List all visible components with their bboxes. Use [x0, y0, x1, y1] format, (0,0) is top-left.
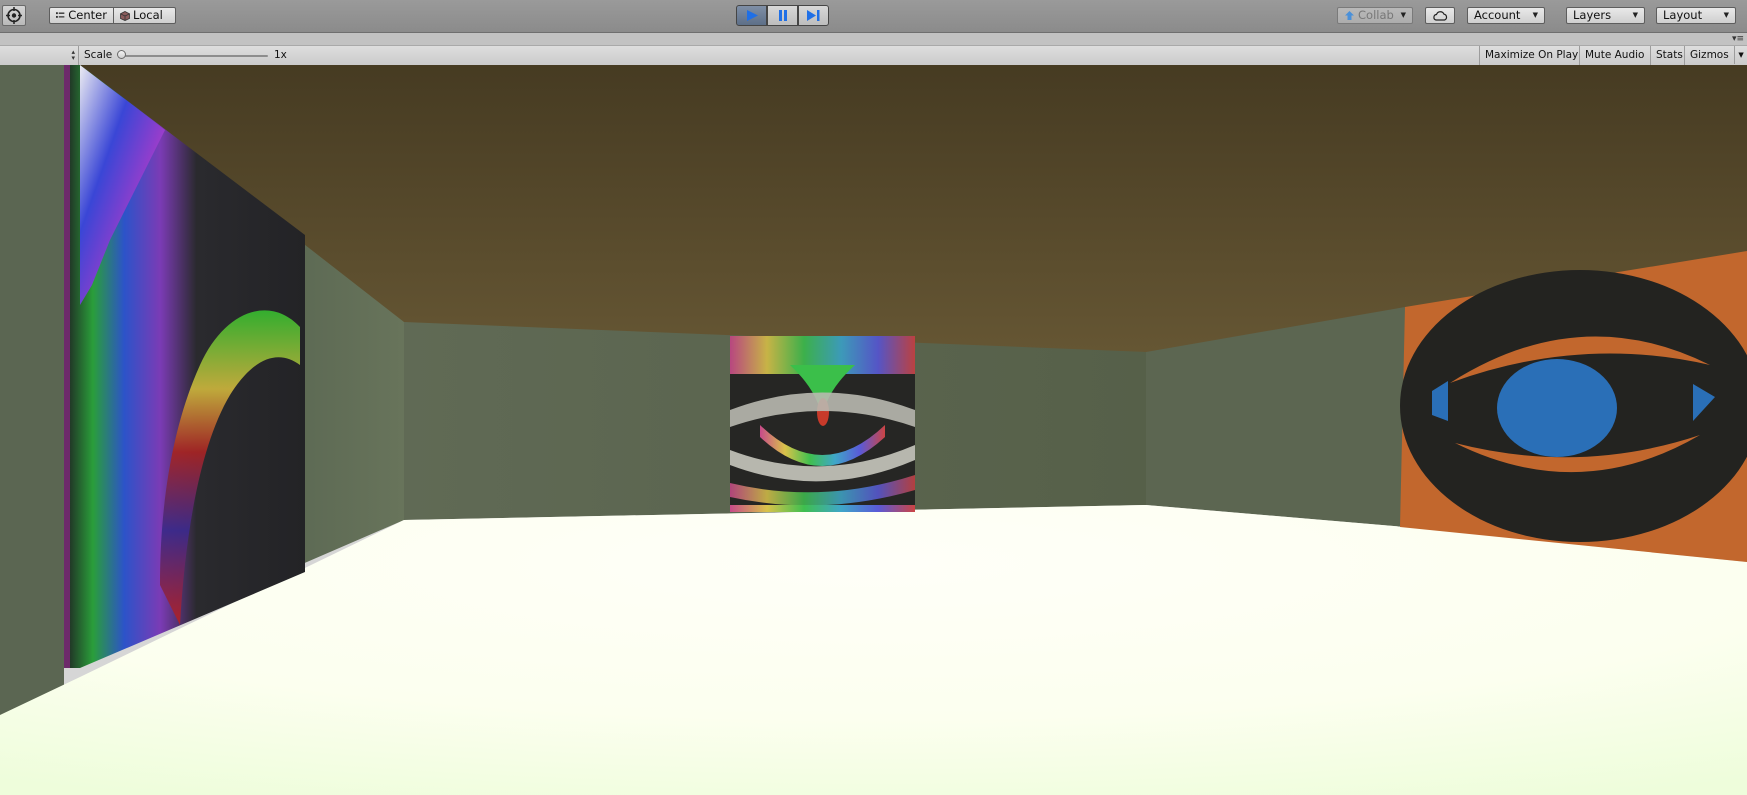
- collab-dropdown[interactable]: Collab ▼: [1337, 7, 1413, 24]
- local-rotation-icon: [120, 10, 130, 21]
- mute-audio-toggle[interactable]: Mute Audio: [1579, 46, 1649, 65]
- local-rotation-label: Local: [133, 8, 163, 22]
- stats-toggle[interactable]: Stats: [1650, 46, 1688, 65]
- scene-render: [0, 65, 1747, 795]
- left-painting-edge: [64, 65, 70, 668]
- chevron-down-icon: ▼: [1400, 11, 1406, 19]
- pause-icon: [778, 10, 787, 21]
- scale-slider-thumb[interactable]: [117, 50, 126, 59]
- play-icon: [746, 10, 758, 21]
- chevron-down-icon: ▼: [1723, 11, 1729, 19]
- unity-logo-icon: [6, 7, 22, 24]
- eye-iris: [1497, 359, 1617, 457]
- game-view-header: ▾≡ ▴ ▾ Scale 1x Maximize On Play Mute Aud…: [0, 33, 1747, 66]
- gizmos-label: Gizmos: [1690, 49, 1729, 61]
- layers-dropdown[interactable]: Layers ▼: [1566, 7, 1645, 24]
- chevron-down-icon: ▼: [1734, 46, 1744, 64]
- cloud-services-button[interactable]: [1425, 7, 1455, 24]
- layers-label: Layers: [1573, 8, 1612, 22]
- panel-menu-icon[interactable]: ▾≡: [1732, 34, 1744, 44]
- game-view-render[interactable]: [0, 65, 1747, 795]
- gizmos-dropdown[interactable]: Gizmos ▼: [1684, 46, 1747, 65]
- step-button[interactable]: [798, 5, 829, 26]
- account-dropdown[interactable]: Account ▼: [1467, 7, 1545, 24]
- scale-slider-track[interactable]: [120, 55, 268, 57]
- chevron-down-icon: ▼: [1632, 11, 1638, 19]
- local-rotation-button[interactable]: Local: [113, 7, 176, 24]
- main-toolbar: Center Local Collab ▼ Account ▼ Layers ▼…: [0, 0, 1747, 33]
- pivot-center-label: Center: [68, 8, 107, 22]
- game-view-tab-strip: ▾≡: [0, 33, 1747, 46]
- cloud-icon: [1433, 10, 1448, 21]
- unity-menu-button[interactable]: [2, 5, 26, 26]
- chevron-updown-icon: ▴ ▾: [71, 48, 75, 62]
- collab-label: Collab: [1358, 8, 1394, 22]
- chevron-down-icon: ▼: [1532, 11, 1538, 19]
- account-label: Account: [1474, 8, 1521, 22]
- pause-button[interactable]: [767, 5, 798, 26]
- pivot-center-icon: [56, 12, 65, 18]
- play-button[interactable]: [736, 5, 767, 26]
- center-painting-bottom-band: [730, 505, 915, 512]
- far-left-wall: [0, 65, 64, 795]
- scale-label: Scale: [84, 49, 113, 61]
- step-icon: [807, 10, 820, 21]
- collab-icon: [1345, 11, 1354, 20]
- layout-label: Layout: [1663, 8, 1703, 22]
- aspect-ratio-dropdown[interactable]: ▴ ▾: [0, 46, 79, 65]
- scale-value: 1x: [274, 49, 287, 61]
- playmode-controls: [736, 5, 829, 26]
- pivot-center-button[interactable]: Center: [49, 7, 114, 24]
- game-view-toolbar: ▴ ▾ Scale 1x Maximize On Play Mute Audio …: [0, 46, 1747, 65]
- layout-dropdown[interactable]: Layout ▼: [1656, 7, 1736, 24]
- maximize-on-play-toggle[interactable]: Maximize On Play: [1479, 46, 1583, 65]
